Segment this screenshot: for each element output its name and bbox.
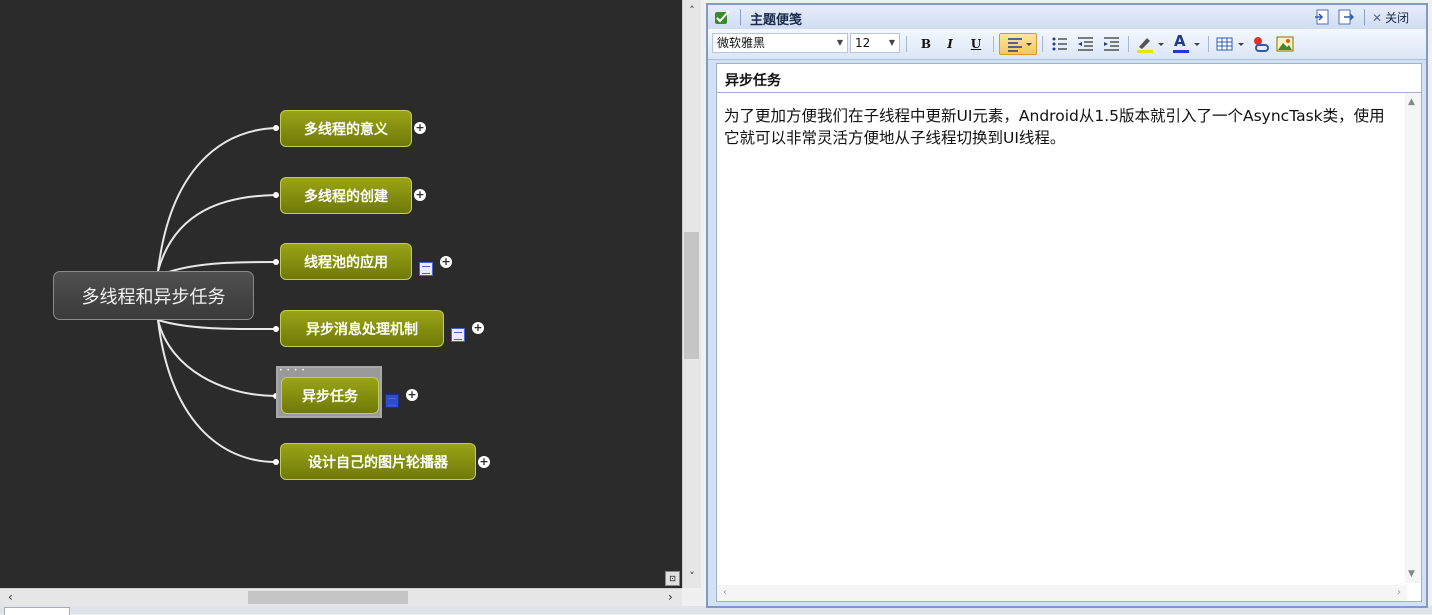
mindmap-vertical-scrollbar[interactable]: ˄ ˅ <box>682 0 701 588</box>
separator <box>1208 36 1209 52</box>
note-icon[interactable] <box>385 394 399 408</box>
connector-4 <box>157 319 277 331</box>
indent-icon <box>1104 37 1119 51</box>
topic-node-selected[interactable]: 异步任务 <box>281 377 379 414</box>
note-icon[interactable] <box>419 262 433 276</box>
expand-icon[interactable]: + <box>406 389 418 401</box>
highlighter-icon <box>1137 38 1164 53</box>
highlight-color-button[interactable] <box>1134 33 1166 55</box>
expand-icon[interactable]: + <box>414 122 426 134</box>
bullet-list-icon <box>1052 37 1067 51</box>
italic-button[interactable]: I <box>939 33 961 55</box>
separator <box>993 36 994 52</box>
notes-check-icon[interactable] <box>714 9 730 25</box>
bullet-list-button[interactable] <box>1048 33 1070 55</box>
insert-table-button[interactable] <box>1214 33 1246 55</box>
note-icon[interactable] <box>451 328 465 342</box>
import-icon[interactable] <box>1314 9 1330 25</box>
separator <box>906 36 907 52</box>
topic-node[interactable]: 多线程的意义 <box>280 110 412 147</box>
chevron-down-icon[interactable]: ▼ <box>833 34 847 52</box>
expand-icon[interactable]: + <box>414 189 426 201</box>
font-size-select[interactable]: 12 ▼ <box>850 33 900 53</box>
scroll-right-icon[interactable]: › <box>668 590 673 604</box>
export-icon[interactable] <box>1338 9 1354 25</box>
insert-image-button[interactable] <box>1274 33 1296 55</box>
note-body-text[interactable]: 为了更加方便我们在子线程中更新UI元素，Android从1.5版本就引入了一个A… <box>724 105 1399 149</box>
expand-icon[interactable]: + <box>440 256 452 268</box>
panel-title: 主题便笺 <box>750 13 803 28</box>
topic-title-text: 异步任务 <box>725 73 781 89</box>
scroll-right-icon[interactable]: › <box>1397 587 1401 598</box>
separator <box>1364 9 1365 25</box>
topic-node[interactable]: 设计自己的图片轮播器 <box>280 443 476 480</box>
note-topic-title: 异步任务 <box>716 63 1422 93</box>
mindmap-canvas[interactable]: 多线程和异步任务 • • • • 多线程的意义 + 多线程的创建 + 线程池的应… <box>0 0 682 588</box>
scroll-left-icon[interactable]: ‹ <box>8 590 13 604</box>
bold-button[interactable]: B <box>915 33 937 55</box>
close-label: 关闭 <box>1385 11 1410 25</box>
separator <box>1042 36 1043 52</box>
topic-node[interactable]: 异步消息处理机制 <box>280 310 444 347</box>
font-family-value: 微软雅黑 <box>717 36 766 50</box>
chevron-down-icon[interactable]: ▼ <box>885 34 899 52</box>
connector-2 <box>157 194 277 272</box>
scroll-thumb[interactable] <box>248 591 408 604</box>
font-family-select[interactable]: 微软雅黑 ▼ <box>712 33 848 53</box>
scroll-down-icon[interactable]: ▼ <box>1408 569 1415 579</box>
increase-indent-button[interactable] <box>1100 33 1122 55</box>
mindmap-horizontal-scrollbar[interactable]: ‹ › <box>0 588 682 607</box>
align-left-icon <box>1008 38 1032 52</box>
expand-icon[interactable]: + <box>472 322 484 334</box>
scroll-left-icon[interactable]: ‹ <box>723 587 727 598</box>
close-button[interactable]: ✕ 关闭 <box>1372 9 1409 26</box>
expand-icon[interactable]: + <box>478 456 490 468</box>
notes-panel: 主题便笺 ✕ 关闭 微软雅黑 ▼ 12 ▼ B I U A 异步任务 为了更加方… <box>706 3 1428 608</box>
image-icon <box>1276 36 1294 52</box>
font-color-button[interactable]: A <box>1170 32 1202 55</box>
formatting-toolbar: 微软雅黑 ▼ 12 ▼ B I U A <box>708 29 1426 60</box>
connector-1 <box>157 127 277 272</box>
notes-title-bar: 主题便笺 ✕ 关闭 <box>708 5 1426 29</box>
scroll-down-icon[interactable]: ˅ <box>683 570 701 583</box>
note-editor[interactable]: 为了更加方便我们在子线程中更新UI元素，Android从1.5版本就引入了一个A… <box>716 93 1422 602</box>
decrease-indent-button[interactable] <box>1074 33 1096 55</box>
separator <box>740 9 741 25</box>
topic-node[interactable]: 线程池的应用 <box>280 243 412 280</box>
topic-node[interactable]: 多线程的创建 <box>280 177 412 214</box>
editor-vertical-scrollbar[interactable]: ▲ ▼ <box>1405 93 1421 583</box>
connector-6 <box>157 319 277 463</box>
separator <box>1128 36 1129 52</box>
hyperlink-icon <box>1254 37 1269 52</box>
insert-hyperlink-button[interactable] <box>1250 33 1272 55</box>
outdent-icon <box>1078 37 1093 51</box>
zoom-fit-button[interactable]: ⊡ <box>665 571 680 586</box>
central-topic[interactable]: 多线程和异步任务 <box>53 271 254 320</box>
align-left-button[interactable] <box>999 33 1037 55</box>
scroll-up-icon[interactable]: ▲ <box>1408 97 1415 107</box>
table-icon <box>1216 37 1244 51</box>
connector-5 <box>157 319 277 397</box>
editor-horizontal-scrollbar[interactable]: ‹ › <box>717 585 1407 601</box>
underline-button[interactable]: U <box>965 33 987 55</box>
close-icon: ✕ <box>1372 11 1383 25</box>
scroll-up-icon[interactable]: ˄ <box>683 4 701 17</box>
scroll-thumb[interactable] <box>684 232 699 359</box>
font-color-icon <box>1173 43 1200 53</box>
selection-handle[interactable]: • • • • <box>279 368 379 374</box>
font-size-value: 12 <box>855 36 871 50</box>
